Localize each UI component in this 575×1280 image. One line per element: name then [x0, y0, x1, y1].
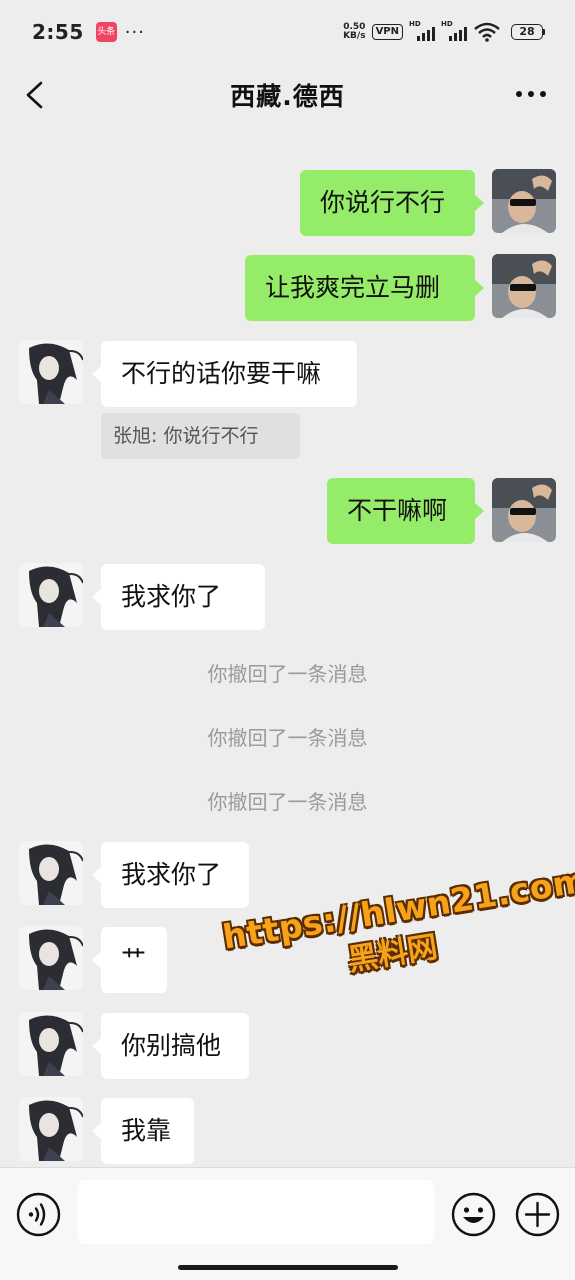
status-time: 2:55	[32, 20, 84, 44]
message-bubble[interactable]: 我靠	[92, 1098, 194, 1164]
message-bubble[interactable]: 我求你了	[92, 842, 249, 908]
app-notification-icon: 头条	[95, 22, 117, 42]
system-message-recalled: 你撤回了一条消息	[207, 662, 368, 686]
back-icon[interactable]	[22, 80, 48, 110]
home-indicator[interactable]	[178, 1265, 398, 1270]
voice-icon[interactable]	[16, 1192, 61, 1237]
vpn-icon: VPN	[371, 24, 403, 40]
message-bubble[interactable]: 你说行不行	[300, 170, 484, 236]
avatar-self[interactable]	[492, 254, 556, 318]
avatar-contact[interactable]	[19, 1012, 83, 1076]
input-bar	[0, 1167, 575, 1280]
watermark: https://hlwn21.com 黑料网	[220, 860, 575, 1016]
battery-icon: 28	[511, 24, 545, 40]
avatar-self[interactable]	[492, 478, 556, 542]
cellular-signal-2-icon: HD	[441, 20, 467, 41]
status-bar: 2:55 头条 ··· 0.50 KB/s VPN HD HD 28	[0, 0, 575, 64]
message-input[interactable]	[78, 1180, 434, 1244]
message-bubble[interactable]: 艹	[92, 927, 167, 993]
message-bubble[interactable]: 你别搞他	[92, 1013, 249, 1079]
avatar-self[interactable]	[492, 169, 556, 233]
plus-icon[interactable]	[515, 1192, 560, 1237]
avatar-contact[interactable]	[19, 1097, 83, 1161]
quoted-reply[interactable]: 张旭: 你说行不行	[101, 413, 300, 459]
chat-title: 西藏.德西	[230, 82, 345, 111]
system-message-recalled: 你撤回了一条消息	[207, 726, 368, 750]
status-icons: 0.50 KB/s VPN HD HD 28	[343, 20, 545, 42]
system-message-recalled: 你撤回了一条消息	[207, 790, 368, 814]
more-notifications-icon: ···	[124, 21, 145, 43]
message-bubble[interactable]: 不行的话你要干嘛	[92, 341, 357, 407]
emoji-icon[interactable]	[451, 1192, 496, 1237]
message-bubble[interactable]: 不干嘛啊	[327, 478, 484, 544]
avatar-contact[interactable]	[19, 340, 83, 404]
more-options-icon[interactable]	[515, 86, 547, 102]
message-bubble[interactable]: 让我爽完立马删	[245, 255, 484, 321]
avatar-contact[interactable]	[19, 563, 83, 627]
cellular-signal-icon: HD	[409, 20, 435, 41]
wifi-icon	[474, 22, 500, 42]
network-speed: 0.50 KB/s	[343, 22, 366, 41]
avatar-contact[interactable]	[19, 926, 83, 990]
message-bubble[interactable]: 我求你了	[92, 564, 265, 630]
avatar-contact[interactable]	[19, 841, 83, 905]
chat-header: 西藏.德西	[0, 64, 575, 126]
